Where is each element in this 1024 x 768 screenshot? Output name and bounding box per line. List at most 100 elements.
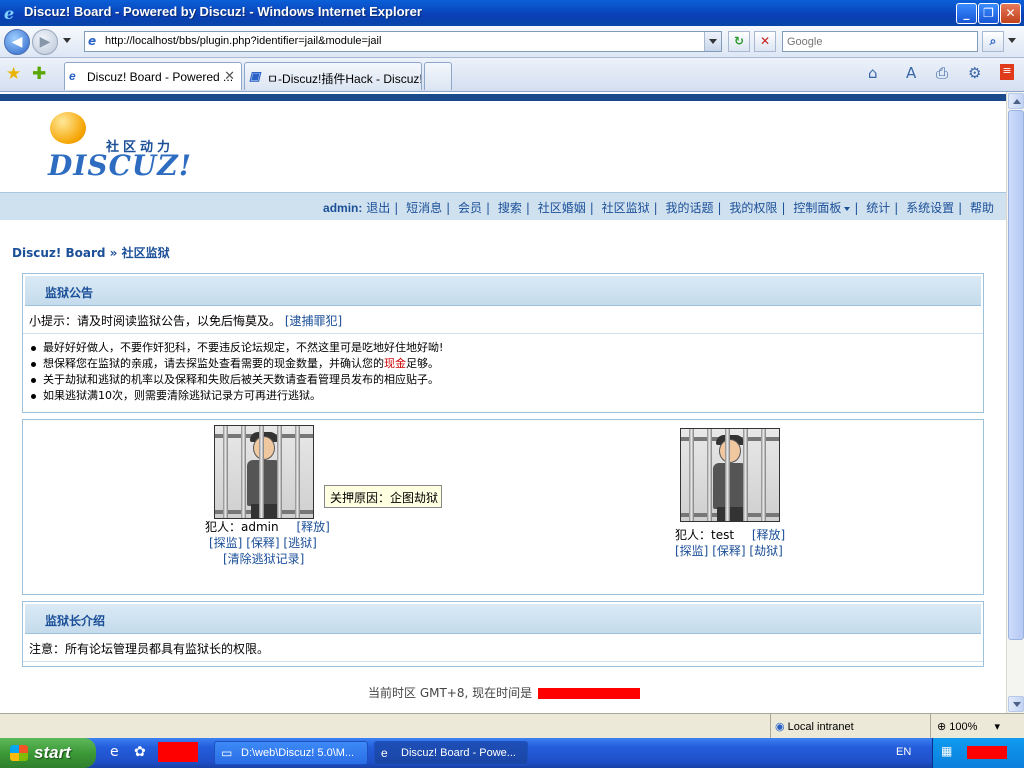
address-bar[interactable]: e http://localhost/bbs/plugin.php?identi…: [84, 31, 722, 52]
tab-close-icon[interactable]: ✕: [224, 68, 235, 84]
prisoner-admin-label-row: 犯人：admin [释放]: [205, 518, 330, 535]
logo-bubble-icon: [50, 112, 86, 144]
visit-test-link[interactable]: [探监]: [675, 544, 708, 558]
nav-jail[interactable]: 社区监狱: [602, 201, 650, 215]
tab-page-icon: ▣: [249, 69, 261, 83]
add-favorites-icon[interactable]: ✚: [32, 64, 46, 84]
ie-quicklaunch-icon[interactable]: e: [110, 744, 119, 760]
release-test-link[interactable]: [释放]: [752, 528, 785, 542]
print-icon[interactable]: ⎙: [936, 64, 948, 82]
prisoner-test-image: [680, 428, 780, 522]
nav-marriage[interactable]: 社区婚姻: [538, 201, 586, 215]
escape-admin-link[interactable]: [逃狱]: [283, 536, 316, 550]
forward-button[interactable]: ▶: [32, 29, 58, 55]
search-box[interactable]: [782, 31, 978, 52]
security-zone[interactable]: ◉ Local intranet: [770, 714, 854, 739]
address-dropdown-icon[interactable]: [704, 32, 721, 51]
bail-admin-link[interactable]: [保释]: [246, 536, 279, 550]
tray-network-icon[interactable]: ▦: [941, 744, 952, 758]
visit-admin-link[interactable]: [探监]: [209, 536, 242, 550]
prisoner-test-label-row: 犯人：test [释放]: [675, 526, 785, 543]
maximize-button[interactable]: ❐: [978, 3, 999, 24]
nav-system-settings[interactable]: 系统设置: [906, 201, 954, 215]
status-bar: ◉ Local intranet ⊕ 100% ▾: [0, 713, 1024, 739]
minimize-button[interactable]: _: [956, 3, 977, 24]
list-item: 最好好好做人，不要作奸犯科，不要违反论坛规定，不然这里可是吃地好住地好呦!: [31, 340, 983, 356]
tab-discuz-board[interactable]: e Discuz! Board - Powered ... ✕: [64, 62, 242, 90]
nav-my-topics[interactable]: 我的话题: [666, 201, 714, 215]
taskbar: start e ✿ ▭ D:\web\Discuz! 5.0\M... e Di…: [0, 738, 1024, 768]
prisoner-admin-extra: [清除逃狱记录]: [223, 550, 304, 567]
nav-members[interactable]: 会员: [458, 201, 482, 215]
nav-help[interactable]: 帮助: [970, 201, 994, 215]
zone-label: Local intranet: [787, 721, 854, 733]
search-icon[interactable]: ⌕: [982, 31, 1004, 52]
start-button[interactable]: start: [0, 738, 96, 768]
breadcrumb[interactable]: Discuz! Board » 社区监狱: [12, 244, 170, 261]
scroll-thumb[interactable]: [1008, 110, 1024, 640]
announcement-title: 监狱公告: [25, 276, 981, 306]
chevron-down-icon: [844, 206, 851, 211]
recent-pages-dropdown-icon[interactable]: [63, 38, 71, 43]
favorites-star-icon[interactable]: ★: [6, 64, 21, 84]
nav-control-panel[interactable]: 控制面板: [793, 201, 841, 215]
nav-stats[interactable]: 统计: [866, 201, 890, 215]
redacted-quicklaunch: [158, 742, 198, 762]
nav-messages[interactable]: 短消息: [406, 201, 442, 215]
tools-gear-icon[interactable]: ⚙: [968, 64, 981, 82]
prisoner-test-actions: [探监] [保释] [劫狱]: [675, 542, 783, 559]
prisoner-admin-label: 犯人：admin: [205, 520, 279, 534]
back-button[interactable]: ◀: [4, 29, 30, 55]
nav-username[interactable]: admin:: [323, 201, 362, 215]
tab-page-icon: e: [69, 69, 76, 83]
page-content: 社区动力 DISCUZ! admin: 退出 | 短消息 | 会员 | 搜索 | 社区婚…: [0, 92, 1006, 713]
footer-time: 当前时区 GMT+8, 现在时间是: [368, 684, 641, 701]
close-button[interactable]: ✕: [1000, 3, 1021, 24]
bail-test-link[interactable]: [保释]: [712, 544, 745, 558]
start-label: start: [34, 743, 71, 762]
home-icon[interactable]: ⌂: [868, 64, 878, 82]
zoom-control[interactable]: ⊕ 100% ▾: [930, 714, 1000, 739]
redacted-clock: [967, 746, 1007, 759]
new-tab-button[interactable]: [424, 62, 452, 90]
clear-escape-record-link[interactable]: [清除逃狱记录]: [223, 552, 304, 566]
jailbreak-test-link[interactable]: [劫狱]: [749, 544, 782, 558]
address-toolbar: ◀ ▶ e http://localhost/bbs/plugin.php?id…: [0, 26, 1024, 58]
toolbar-extension-icon[interactable]: ≡: [1000, 64, 1014, 80]
warden-note: 注意：所有论坛管理员都具有监狱长的权限。: [23, 636, 983, 662]
redacted-time: [538, 688, 641, 699]
folder-icon: ▭: [221, 746, 233, 760]
language-indicator[interactable]: EN: [896, 746, 911, 758]
tab-bar: ★ ✚ e Discuz! Board - Powered ... ✕ ▣ ㅁ-…: [0, 58, 1024, 92]
discuz-logo[interactable]: 社区动力 DISCUZ!: [48, 112, 191, 184]
tab-discuz-hack[interactable]: ▣ ㅁ-Discuz!插件Hack - Discuz! ...: [244, 62, 422, 90]
feeds-icon[interactable]: A: [906, 64, 916, 82]
announcement-tip: 小提示：请及时阅读监狱公告，以免后悔莫及。 [逮捕罪犯]: [23, 308, 983, 334]
nav-search[interactable]: 搜索: [498, 201, 522, 215]
zoom-icon: ⊕: [937, 721, 947, 733]
zoom-dropdown-icon[interactable]: ▾: [994, 721, 1000, 733]
windows-flag-icon: [10, 745, 28, 761]
stop-button[interactable]: ✕: [754, 31, 776, 52]
nav-my-permissions[interactable]: 我的权限: [729, 201, 777, 215]
url-text[interactable]: http://localhost/bbs/plugin.php?identifi…: [105, 35, 381, 47]
refresh-button[interactable]: ↻: [728, 31, 750, 52]
list-item: 想保释您在监狱的亲戚，请去探监处查看需要的现金数量，并确认您的现金足够。: [31, 356, 983, 372]
vertical-scrollbar[interactable]: [1006, 92, 1024, 713]
release-admin-link[interactable]: [释放]: [296, 520, 329, 534]
quicklaunch-app-icon[interactable]: ✿: [134, 744, 146, 760]
search-input[interactable]: [783, 32, 977, 51]
scroll-down-icon[interactable]: [1008, 696, 1024, 712]
page-icon: e: [88, 34, 97, 48]
nav-logout[interactable]: 退出: [366, 201, 390, 215]
arrest-link[interactable]: [逮捕罪犯]: [285, 314, 342, 328]
warden-box: 监狱长介绍 注意：所有论坛管理员都具有监狱长的权限。: [22, 601, 984, 667]
cash-highlight: 现金: [384, 357, 406, 370]
taskbar-folder-window[interactable]: ▭ D:\web\Discuz! 5.0\M...: [214, 741, 368, 765]
window-title: Discuz! Board - Powered by Discuz! - Win…: [24, 4, 422, 19]
taskbar-ie-window[interactable]: e Discuz! Board - Powe...: [374, 741, 528, 765]
search-options-dropdown-icon[interactable]: [1008, 38, 1016, 43]
detention-reason-tooltip: 关押原因：企图劫狱: [324, 485, 442, 508]
header-strip: [0, 94, 1006, 101]
scroll-up-icon[interactable]: [1008, 93, 1024, 109]
